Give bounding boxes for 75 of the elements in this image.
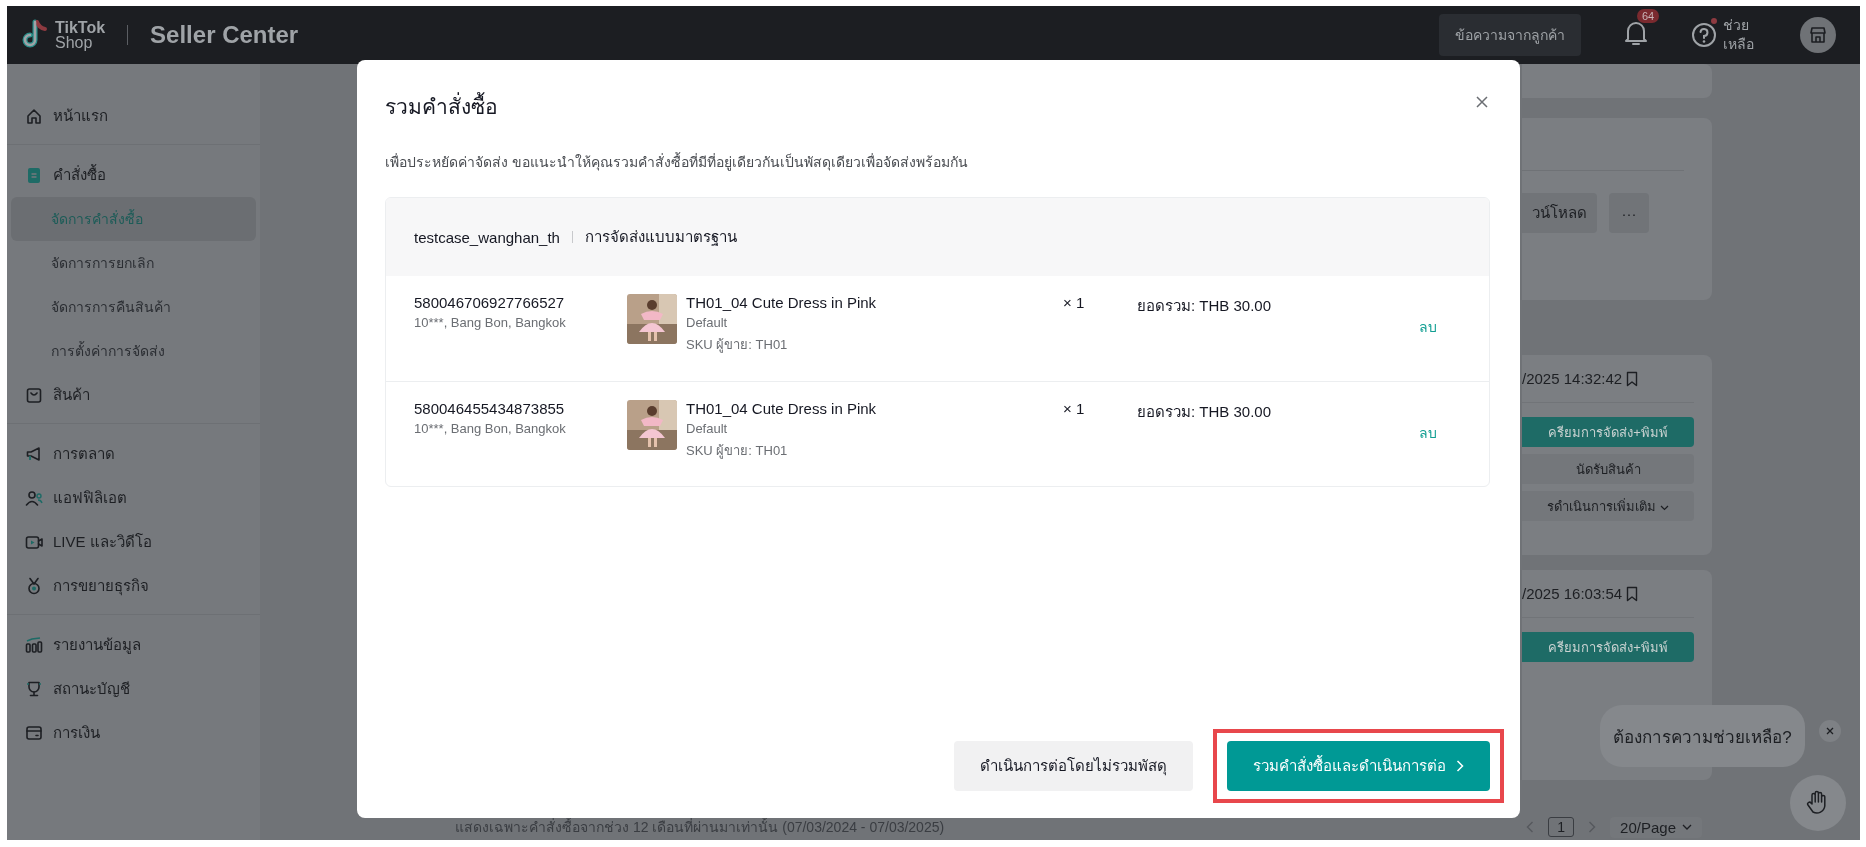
sidebar-item[interactable]: การขยายธุรกิจ: [11, 564, 256, 608]
order-time: /2025 16:03:54: [1522, 585, 1623, 602]
dialog-title: รวมคำสั่งซื้อ: [385, 90, 498, 123]
download-button[interactable]: วน์โหลด: [1522, 193, 1597, 233]
box-icon: [25, 386, 43, 404]
sidebar-item[interactable]: รายงานข้อมูล: [11, 623, 256, 667]
order-total: ยอดรวม: THB 30.00: [1137, 403, 1272, 420]
page-size-dropdown[interactable]: 20/Page: [1610, 816, 1702, 838]
close-icon[interactable]: [1474, 94, 1490, 110]
continue-button[interactable]: ดำเนินการต่อโดยไม่รวมพัสดุ: [954, 741, 1193, 791]
order-time: /2025 14:32:42: [1522, 370, 1623, 387]
sidebar-item[interactable]: หน้าแรก: [11, 94, 256, 138]
logo-text: TikTok: [55, 20, 106, 35]
shipping-method: การจัดส่งแบบมาตรฐาน: [584, 227, 737, 248]
trophy-icon: [25, 680, 43, 698]
product-name: TH01_04 Cute Dress in Pink: [686, 294, 878, 311]
order-total: ยอดรวม: THB 30.00: [1137, 297, 1272, 314]
bookmark-icon[interactable]: [1626, 370, 1639, 387]
store-icon: [1808, 25, 1828, 45]
seller-sku: SKU ผู้ขาย: TH01: [686, 442, 789, 461]
notification-badge: 64: [1637, 9, 1660, 23]
sidebar-item[interactable]: สถานะบัญชี: [11, 667, 256, 711]
sidebar-item[interactable]: การตลาด: [11, 432, 256, 476]
seller-sku: SKU ผู้ขาย: TH01: [686, 336, 789, 355]
sidebar-item[interactable]: การตั้งค่าการจัดส่ง: [11, 329, 256, 373]
logo-text: Shop: [55, 35, 94, 50]
sidebar-item[interactable]: จัดการการคืนสินค้า: [11, 285, 256, 329]
bookmark-icon[interactable]: [1626, 585, 1639, 602]
sidebar-item[interactable]: จัดการการยกเลิก: [11, 241, 256, 285]
people-icon: [25, 489, 43, 507]
dialog-description: เพื่อประหยัดค่าจัดส่ง ขอแนะนำให้คุณรวมคำสั่งซื้อที่มีที่อยู่เดียวกันเป็นพัสดุเดียวเพื่อจัดส่งพร้อมกัน: [385, 151, 969, 173]
account-avatar[interactable]: [1800, 17, 1836, 53]
ship-print-button[interactable]: ครียมการจัดส่ง+พิมพ์: [1522, 632, 1694, 662]
product-variant: Default: [686, 315, 729, 330]
chevron-down-icon: [1659, 504, 1669, 511]
help-label[interactable]: เหลือ: [1723, 35, 1754, 54]
chevron-down-icon: [1682, 824, 1692, 830]
bell-icon[interactable]: [1623, 19, 1649, 47]
video-icon: [25, 533, 43, 551]
order-id: 580046706927766527: [414, 294, 566, 311]
shop-name: testcase_wanghan_th: [414, 228, 560, 246]
order-address: 10***, Bang Bon, Bangkok: [414, 421, 567, 436]
app-title: Seller Center: [150, 21, 299, 49]
wallet-icon: [25, 724, 43, 742]
sidebar-item[interactable]: คำสั่งซื้อ: [11, 153, 256, 197]
help-button[interactable]: [1790, 775, 1846, 831]
merge-continue-button[interactable]: รวมคำสั่งซื้อและดำเนินการต่อ: [1227, 741, 1490, 791]
help-label[interactable]: ช่วย: [1723, 16, 1754, 35]
more-actions-dropdown[interactable]: รดำเนินการเพิ่มเติม: [1522, 491, 1694, 521]
sidebar-item[interactable]: การเงิน: [11, 711, 256, 755]
help-bubble[interactable]: ต้องการความช่วยเหลือ?: [1600, 705, 1805, 767]
medal-icon: [25, 577, 43, 595]
messages-button[interactable]: ข้อความจากลูกค้า: [1439, 14, 1581, 56]
sidebar-item[interactable]: LIVE และวิดีโอ: [11, 520, 256, 564]
home-icon: [25, 107, 43, 125]
order-address: 10***, Bang Bon, Bangkok: [414, 315, 567, 330]
sidebar-item[interactable]: สินค้า: [11, 373, 256, 417]
product-name: TH01_04 Cute Dress in Pink: [686, 400, 878, 417]
more-button[interactable]: ···: [1609, 193, 1649, 233]
quantity: × 1: [1063, 294, 1085, 311]
clipboard-icon: [25, 166, 43, 184]
sidebar-item[interactable]: แอฟฟิลิเอต: [11, 476, 256, 520]
pickup-button[interactable]: นัดรับสินค้า: [1522, 454, 1694, 484]
help-icon[interactable]: [1691, 22, 1717, 48]
close-icon[interactable]: [1825, 726, 1835, 736]
chevron-right-icon: [1456, 760, 1464, 772]
product-variant: Default: [686, 421, 729, 436]
page-number[interactable]: 1: [1548, 817, 1575, 837]
remove-link[interactable]: ลบ: [1394, 316, 1461, 338]
quantity: × 1: [1063, 400, 1085, 417]
ship-print-button[interactable]: ครียมการจัดส่ง+พิมพ์: [1522, 417, 1694, 447]
bar-chart-icon: [25, 636, 43, 654]
remove-link[interactable]: ลบ: [1394, 422, 1461, 444]
order-id: 580046455434873855: [414, 400, 566, 417]
megaphone-icon: [25, 445, 43, 463]
